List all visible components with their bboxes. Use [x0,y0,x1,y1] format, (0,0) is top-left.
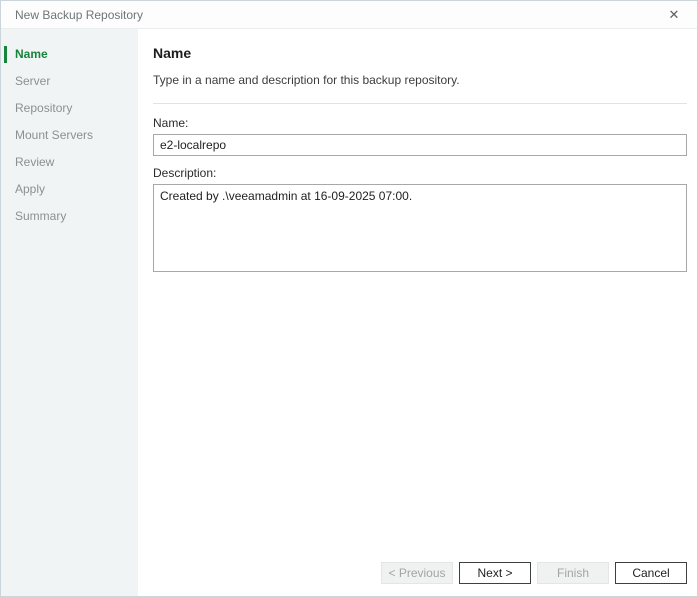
sidebar-step-server: Server [1,68,138,95]
sidebar-step-mount-servers: Mount Servers [1,122,138,149]
sidebar-step-label: Name [15,47,48,61]
sidebar-step-label: Mount Servers [15,128,93,142]
page-title: Name [153,45,687,61]
dialog-body: Name Server Repository Mount Servers Review A… [1,29,697,596]
sidebar-step-apply: Apply [1,176,138,203]
sidebar-step-label: Server [15,74,50,88]
wizard-steps-sidebar: Name Server Repository Mount Servers Review A… [1,29,138,596]
next-button[interactable]: Next > [459,562,531,584]
previous-button: < Previous [381,562,453,584]
separator [153,103,687,104]
wizard-footer: < Previous Next > Finish Cancel [375,562,687,584]
name-field-label: Name: [153,116,687,130]
main-content: Name Type in a name and description for … [138,29,697,596]
active-step-indicator [4,46,7,63]
sidebar-step-label: Review [15,155,54,169]
description-textarea[interactable]: Created by .\veeamadmin at 16-09-2025 07… [153,184,687,272]
sidebar-step-review: Review [1,149,138,176]
finish-button: Finish [537,562,609,584]
cancel-button[interactable]: Cancel [615,562,687,584]
sidebar-step-label: Repository [15,101,72,115]
sidebar-step-name: Name [1,41,138,68]
close-icon[interactable]: ✕ [663,4,685,26]
sidebar-step-repository: Repository [1,95,138,122]
description-field-label: Description: [153,166,687,180]
sidebar-step-label: Summary [15,209,66,223]
sidebar-step-label: Apply [15,182,45,196]
sidebar-step-summary: Summary [1,203,138,230]
window-title: New Backup Repository [15,8,663,22]
new-backup-repository-dialog: New Backup Repository ✕ Name Server Reposi… [0,0,698,598]
name-input[interactable] [153,134,687,156]
titlebar: New Backup Repository ✕ [1,1,697,29]
page-subtitle: Type in a name and description for this … [153,73,687,87]
